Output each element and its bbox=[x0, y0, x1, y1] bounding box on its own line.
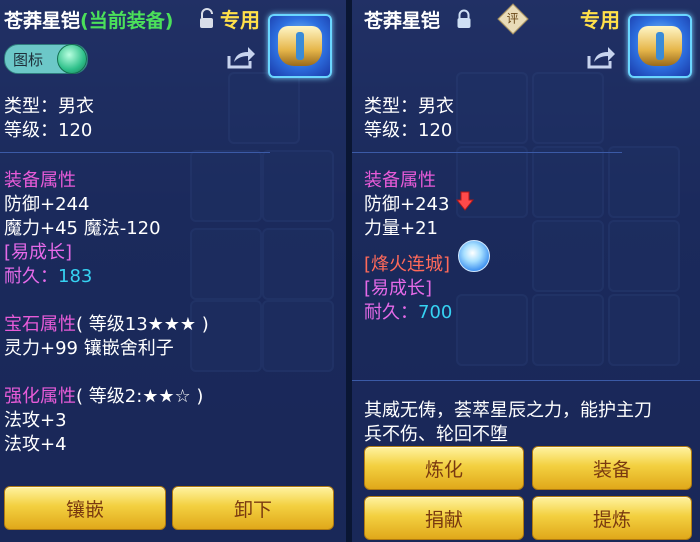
item-description-line-2: 兵不伤、轮回不堕 bbox=[364, 424, 508, 445]
durability-label: 耐久： bbox=[364, 302, 418, 323]
share-icon[interactable] bbox=[586, 46, 616, 70]
item-type: 类型：男衣 bbox=[4, 96, 94, 117]
durability-label: 耐久： bbox=[4, 266, 58, 287]
special-skill: [烽火连城] bbox=[364, 254, 451, 275]
divider bbox=[352, 380, 700, 381]
item-name: 苍莽星铠 bbox=[364, 10, 441, 32]
evaluate-label: 评 bbox=[506, 11, 519, 26]
toggle-knob bbox=[57, 44, 87, 74]
item-type: 类型：男衣 bbox=[364, 96, 454, 117]
icon-toggle[interactable]: 图标 bbox=[4, 44, 88, 74]
icon-toggle-label: 图标 bbox=[13, 51, 44, 69]
left-item-tooltip: 苍莽星铠(当前装备) 专用 图标 类型：男衣 等级：120 装备属性 防御+24… bbox=[0, 0, 346, 542]
equip-status: (当前装备) bbox=[80, 10, 174, 32]
skill-swirl-icon[interactable] bbox=[458, 240, 490, 272]
item-name: 苍莽星铠 bbox=[4, 10, 81, 32]
equip-attr-heading: 装备属性 bbox=[364, 170, 436, 191]
refine-button[interactable]: 炼化 bbox=[364, 446, 524, 490]
attr-defense: 防御+244 bbox=[4, 194, 90, 215]
attr-defense: 防御+243 bbox=[364, 194, 450, 215]
item-icon bbox=[268, 14, 332, 78]
item-title: 苍莽星铠(当前装备) bbox=[4, 6, 173, 33]
enhance-stat-1: 法攻+3 bbox=[4, 410, 67, 431]
item-description-line-1: 其威无俦，荟萃星辰之力，能护主刀 bbox=[364, 400, 652, 421]
divider bbox=[0, 152, 270, 153]
enhance-stat-2: 法攻+4 bbox=[4, 434, 67, 455]
down-arrow-icon bbox=[456, 191, 474, 211]
exclusive-tag: 专用 bbox=[220, 8, 260, 32]
durability-value: 700 bbox=[418, 302, 453, 323]
item-level: 等级：120 bbox=[364, 120, 453, 141]
special-trait: [易成长] bbox=[4, 242, 73, 263]
attr-magic: 魔力+45 魔法-120 bbox=[4, 218, 161, 239]
gem-attr: 宝石属性( 等级13★★★ ) bbox=[4, 310, 209, 336]
gem-heading: 宝石属性 bbox=[4, 314, 76, 335]
gem-effect: 灵力+99 镶嵌舍利子 bbox=[4, 338, 174, 359]
donate-button[interactable]: 捐献 bbox=[364, 496, 524, 540]
share-icon[interactable] bbox=[226, 46, 256, 70]
item-icon bbox=[628, 14, 692, 78]
durability: 耐久：700 bbox=[364, 298, 452, 324]
exclusive-tag: 专用 bbox=[580, 8, 620, 32]
unequip-button[interactable]: 卸下 bbox=[172, 486, 334, 530]
unlock-icon[interactable] bbox=[198, 8, 216, 30]
item-level: 等级：120 bbox=[4, 120, 93, 141]
equip-button[interactable]: 装备 bbox=[532, 446, 692, 490]
attr-strength: 力量+21 bbox=[364, 218, 438, 239]
special-trait: [易成长] bbox=[364, 278, 433, 299]
right-item-tooltip: 苍莽星铠 评 专用 类型：男衣 等级：120 装备属性 防御+243 力量+21… bbox=[352, 0, 700, 542]
enhance-attr: 强化属性( 等级2:★★☆ ) bbox=[4, 382, 203, 408]
extract-button[interactable]: 提炼 bbox=[532, 496, 692, 540]
lock-icon[interactable] bbox=[456, 9, 472, 29]
gem-level: ( 等级13★★★ ) bbox=[76, 314, 209, 335]
durability: 耐久：183 bbox=[4, 262, 92, 288]
divider bbox=[352, 152, 622, 153]
durability-value: 183 bbox=[58, 266, 93, 287]
armor-icon bbox=[278, 26, 322, 66]
inlay-button[interactable]: 镶嵌 bbox=[4, 486, 166, 530]
enhance-heading: 强化属性 bbox=[4, 386, 76, 407]
equip-attr-heading: 装备属性 bbox=[4, 170, 76, 191]
armor-icon bbox=[638, 26, 682, 66]
enhance-level: ( 等级2:★★☆ ) bbox=[76, 386, 204, 407]
